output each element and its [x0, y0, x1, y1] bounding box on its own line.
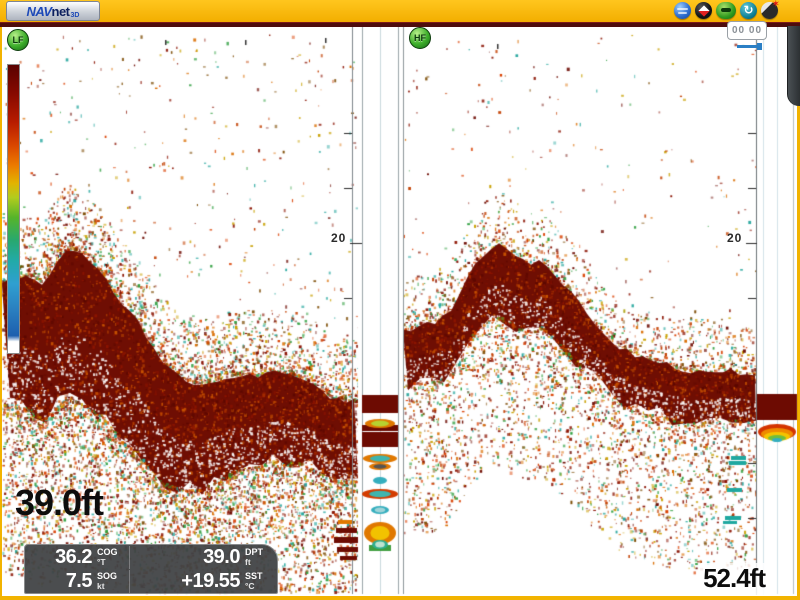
mob-icon[interactable]: ✶	[761, 2, 778, 19]
logo-nav-text: NAV	[27, 4, 52, 19]
hf-frequency-badge[interactable]: HF	[409, 27, 431, 49]
compass-icon[interactable]	[695, 2, 712, 19]
sog-value: 7.5	[66, 570, 92, 593]
vrm-marker-icon[interactable]	[737, 45, 761, 48]
sog-unit: SOG	[97, 572, 125, 581]
dpt-value: 39.0	[203, 546, 240, 569]
cog-unit: COG	[97, 548, 125, 557]
sonar-echogram-canvas	[0, 0, 800, 600]
title-bar: NAV net 3D ↻ ✶	[0, 0, 800, 22]
hf-depth-scale-label: 20	[727, 231, 742, 245]
boat-icon[interactable]	[716, 2, 736, 19]
dpt-readout: 39.0 DPTft	[129, 546, 277, 569]
sog-readout: 7.5 SOGkt	[25, 570, 129, 593]
nav-data-box: 36.2 COG°T 39.0 DPTft 7.5 SOGkt +19.55 S…	[24, 544, 278, 594]
logo-3d-text: 3D	[71, 12, 80, 19]
sst-value: +19.55	[181, 570, 240, 593]
cog-readout: 36.2 COG°T	[25, 546, 129, 569]
sst-readout: +19.55 SST°C	[129, 570, 277, 593]
timer-readout-box: 00 00	[727, 21, 767, 40]
lf-frequency-badge[interactable]: LF	[7, 29, 29, 51]
cog-value: 36.2	[55, 546, 92, 569]
refresh-icon[interactable]: ↻	[740, 2, 757, 19]
titlebar-icon-row: ↻ ✶	[674, 2, 778, 19]
echo-strength-colorbar	[7, 64, 20, 354]
dpt-unit: DPT	[245, 548, 273, 557]
hf-depth-readout: 52.4ft	[701, 563, 767, 594]
navnet-logo-button[interactable]: NAV net 3D	[6, 1, 100, 21]
rotokey-edge-tab[interactable]	[787, 26, 800, 106]
lf-depth-scale-label: 20	[331, 231, 346, 245]
sst-unit: SST	[245, 572, 273, 581]
logo-net-text: net	[52, 4, 70, 19]
lf-depth-readout: 39.0ft	[15, 482, 103, 524]
header-divider-bar	[0, 22, 800, 27]
globe-icon[interactable]	[674, 2, 691, 19]
